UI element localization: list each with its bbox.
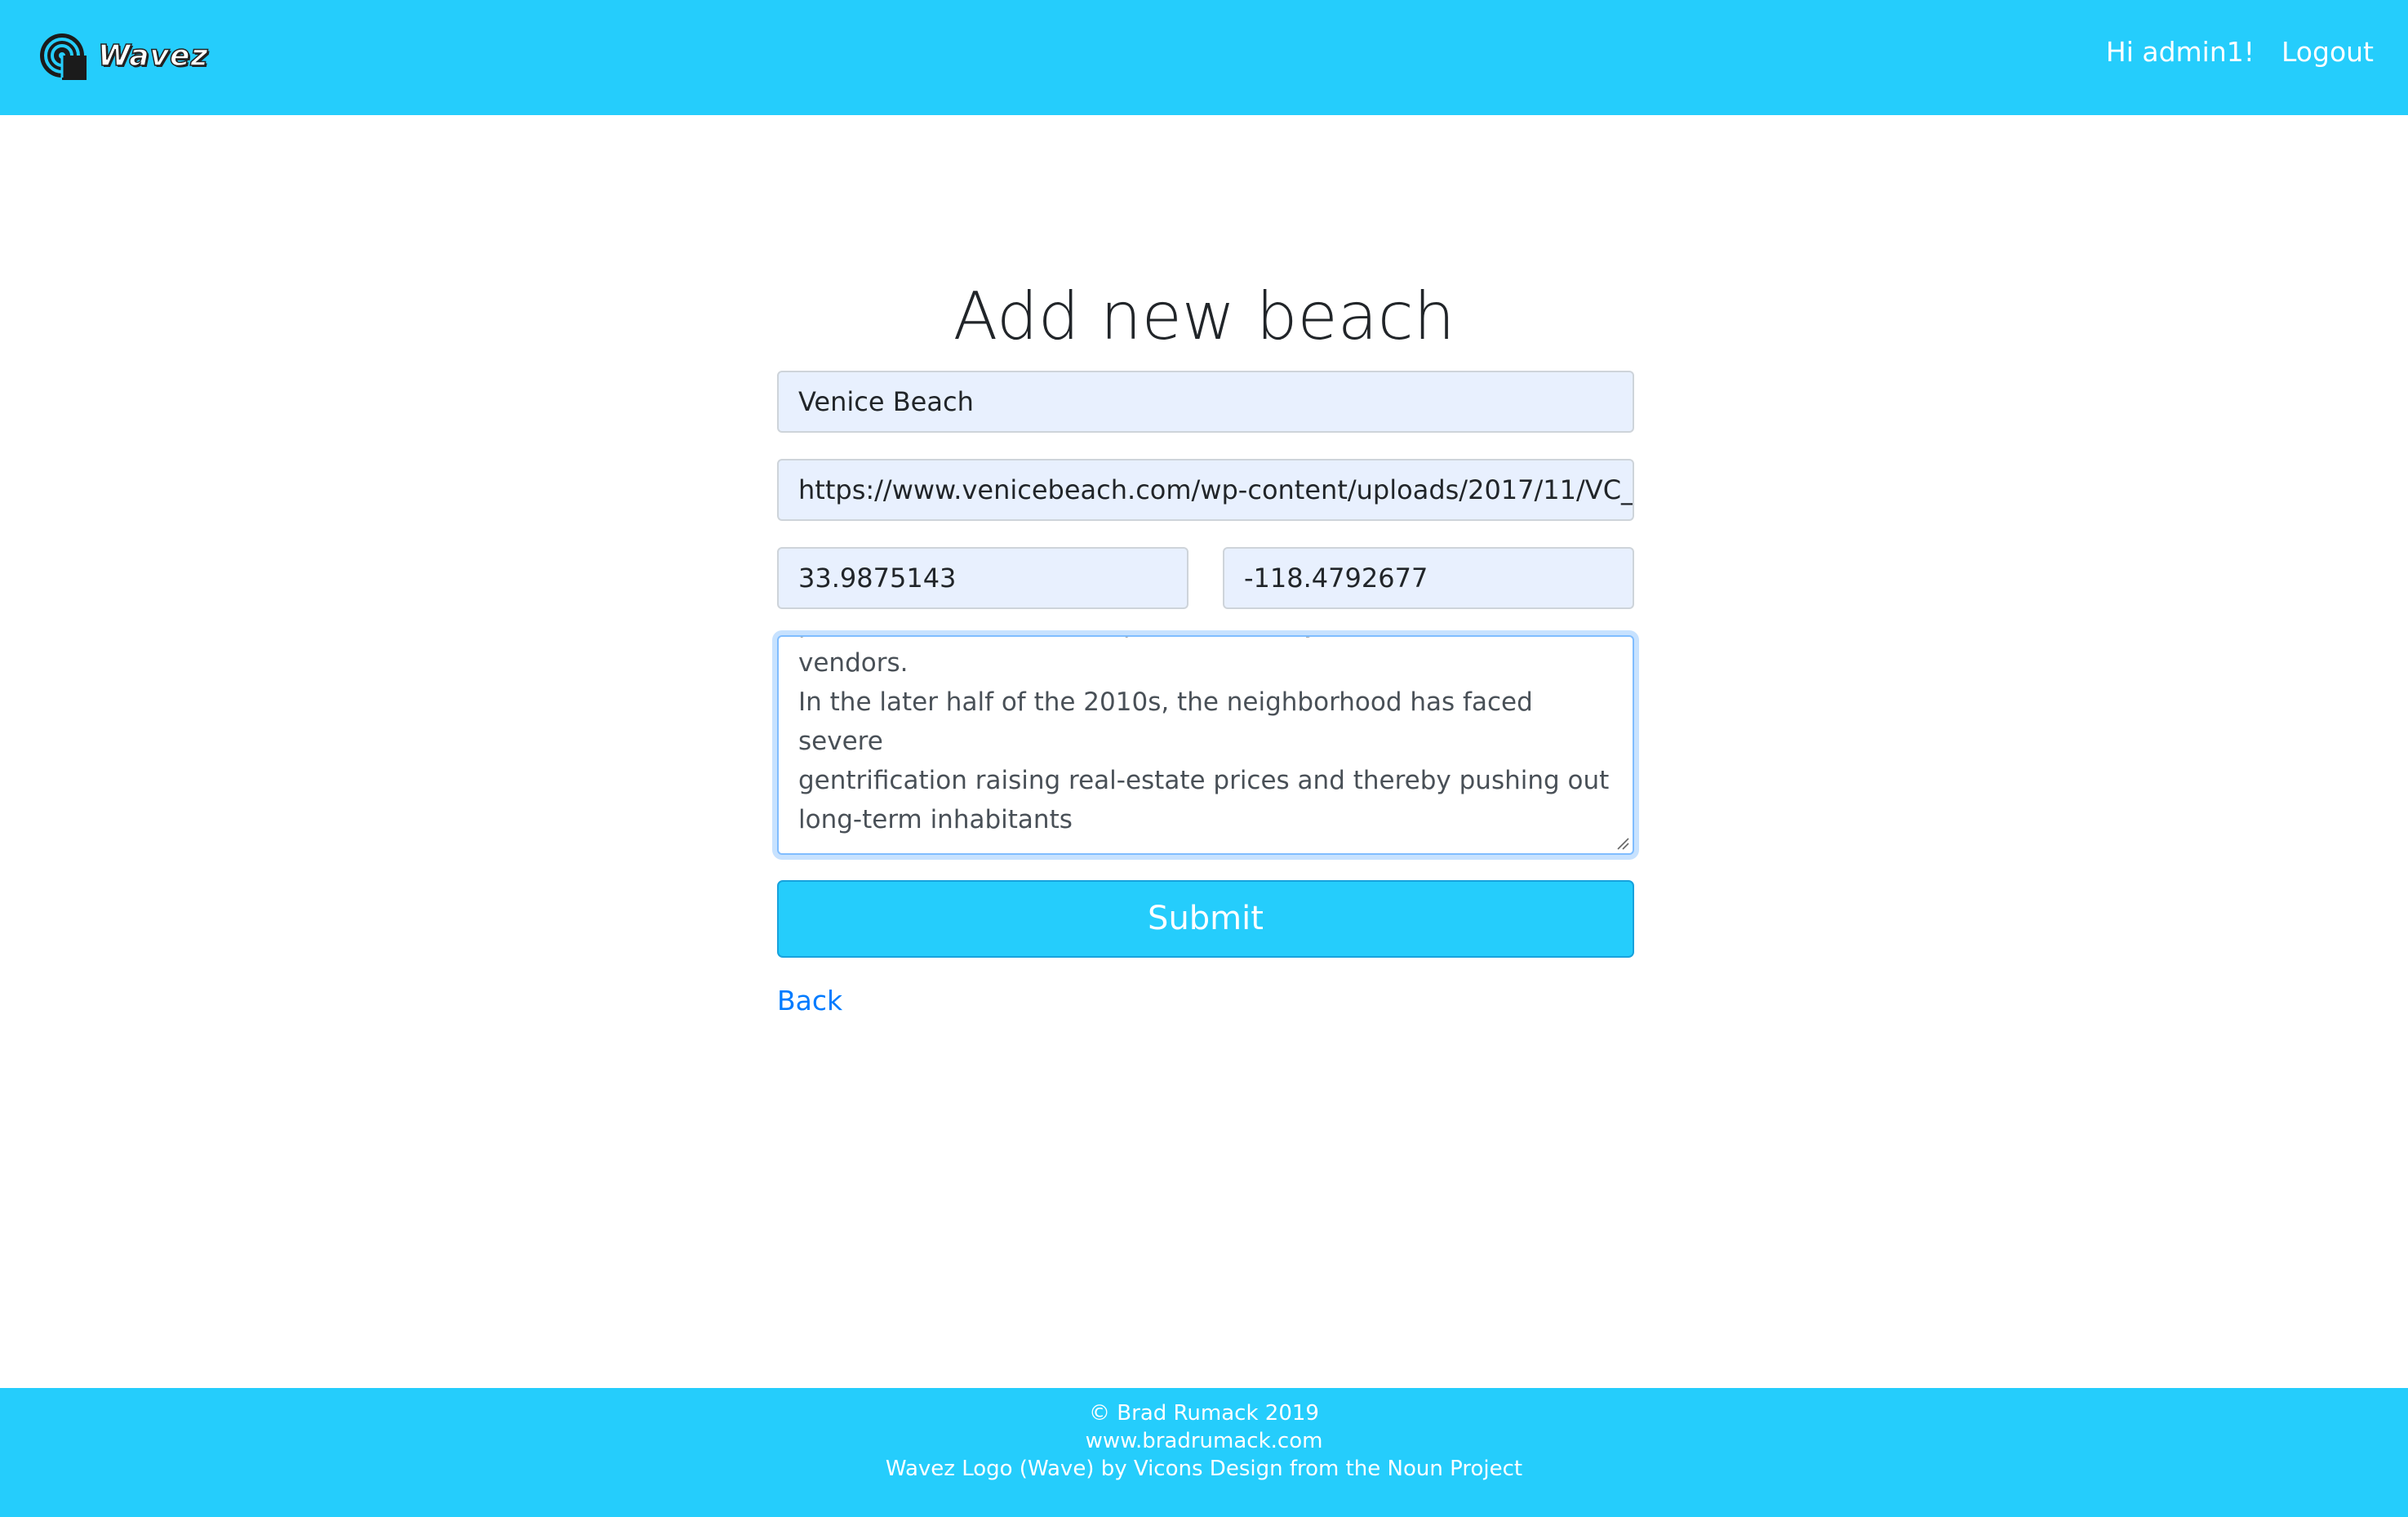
brand[interactable]: Wavez [38, 29, 208, 82]
latitude-input[interactable]: 33.9875143 [777, 547, 1188, 609]
image-url-value: https://www.venicebeach.com/wp-content/u… [798, 474, 1634, 505]
resize-grip-icon[interactable] [1615, 835, 1629, 850]
image-url-input[interactable]: https://www.venicebeach.com/wp-content/u… [777, 459, 1634, 521]
longitude-value: -118.4792677 [1244, 563, 1428, 594]
navbar: Wavez Hi admin1! Logout [0, 0, 2408, 115]
back-link[interactable]: Back [777, 985, 842, 1017]
longitude-input[interactable]: -118.4792677 [1223, 547, 1634, 609]
footer-copyright: © Brad Rumack 2019 [1089, 1401, 1319, 1426]
user-greeting: Hi admin1! [2105, 36, 2255, 68]
beach-name-input[interactable]: Venice Beach [777, 371, 1634, 433]
description-text: Ocean Front Walk, a two-and-a-half-mile … [798, 637, 1610, 834]
brand-name: Wavez [97, 38, 209, 73]
footer: © Brad Rumack 2019 www.bradrumack.com Wa… [0, 1388, 2408, 1517]
footer-logo-credit: Wavez Logo (Wave) by Vicons Design from … [885, 1457, 1523, 1481]
latitude-value: 33.9875143 [798, 563, 957, 594]
description-textarea[interactable]: Ocean Front Walk, a two-and-a-half-mile … [777, 635, 1634, 855]
wave-spiral-logo-icon [40, 33, 87, 80]
page-title: Add new beach [953, 278, 1455, 354]
beach-name-value: Venice Beach [798, 386, 974, 417]
logout-link[interactable]: Logout [2281, 36, 2374, 68]
footer-website-link[interactable]: www.bradrumack.com [0, 1427, 2408, 1455]
nav-user-menu: Hi admin1! Logout [2106, 36, 2374, 68]
submit-button[interactable]: Submit [777, 880, 1634, 958]
